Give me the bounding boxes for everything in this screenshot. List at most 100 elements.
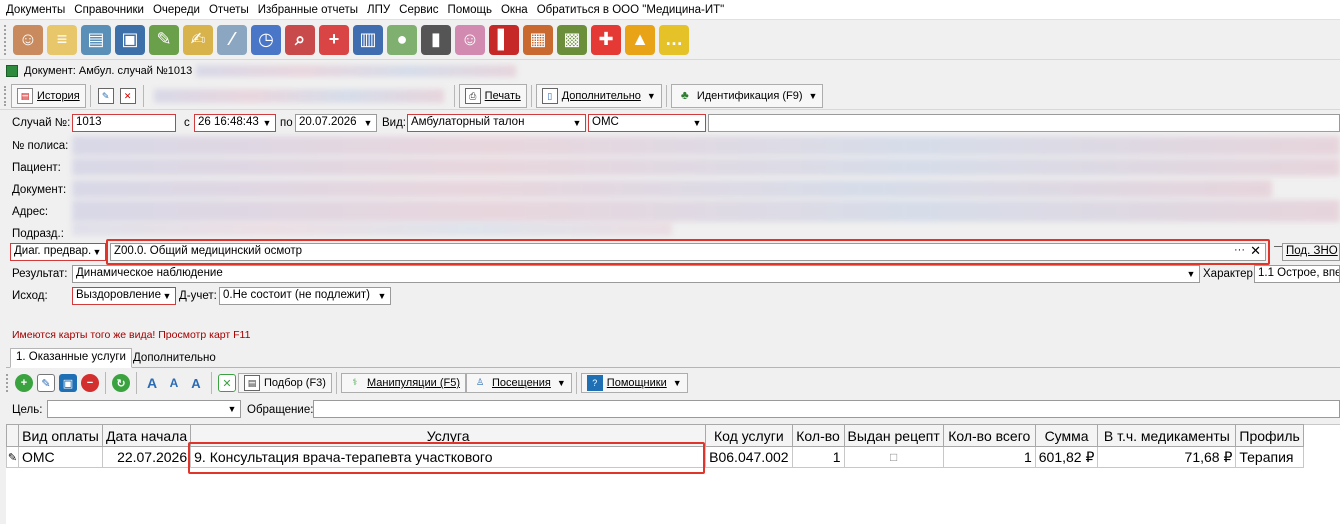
col-quantity[interactable]: Кол-во xyxy=(791,424,845,447)
menu-item-3[interactable]: Отчеты xyxy=(209,4,249,16)
pills-icon[interactable]: ● xyxy=(387,24,417,55)
lock-icon[interactable]: ▲ xyxy=(625,24,655,55)
font-decrease-icon[interactable]: A xyxy=(165,374,183,392)
barcode-scanner-icon[interactable]: ▮ xyxy=(421,24,451,55)
cell-medicines[interactable]: 71,68 ₽ xyxy=(1097,446,1237,468)
doctor-icon[interactable]: ☺ xyxy=(13,24,43,55)
col-payment-type[interactable]: Вид оплаты xyxy=(18,424,103,447)
chevron-down-icon[interactable]: ▼ xyxy=(375,288,389,304)
tab-services[interactable]: 1. Оказанные услуги xyxy=(10,348,132,368)
tab-additional[interactable]: Дополнительно xyxy=(128,350,221,368)
menu-item-1[interactable]: Справочники xyxy=(74,4,144,16)
chevron-down-icon[interactable]: ▼ xyxy=(160,288,174,304)
case-number-field[interactable]: 1013 xyxy=(72,114,176,132)
edit-doc-button[interactable]: ✎ xyxy=(95,84,117,108)
result-select[interactable]: Динамическое наблюдение ▼ xyxy=(72,265,1200,283)
col-service-code[interactable]: Код услуги xyxy=(705,424,793,447)
syringe-icon[interactable]: ⁄ xyxy=(217,24,247,55)
cabinet-icon[interactable]: ▤ xyxy=(81,24,111,55)
col-quantity-total[interactable]: Кол-во всего xyxy=(942,424,1036,447)
col-profile[interactable]: Профиль xyxy=(1235,424,1304,447)
menu-item-2[interactable]: Очереди xyxy=(153,4,200,16)
menu-item-9[interactable]: Обратиться в ООО "Медицина-ИТ" xyxy=(537,4,725,16)
font-reset-icon[interactable]: A xyxy=(187,374,205,392)
chevron-down-icon[interactable]: ▼ xyxy=(260,115,274,131)
calculator-icon[interactable]: ▩ xyxy=(557,24,587,55)
cell-quantity-total[interactable]: 1 xyxy=(942,446,1036,468)
menu-item-6[interactable]: Сервис xyxy=(399,4,438,16)
selection-button[interactable]: ▤ Подбор (F3) xyxy=(238,373,332,393)
date-to-field[interactable]: 20.07.2026 ▼ xyxy=(295,114,377,132)
nurse-icon[interactable]: ☺ xyxy=(455,24,485,55)
chat-icon[interactable]: … xyxy=(659,24,689,55)
book-pencil-icon[interactable]: ✎ xyxy=(149,24,179,55)
calendar-icon[interactable]: ▦ xyxy=(523,24,553,55)
cell-service-code[interactable]: В06.047.002 xyxy=(705,446,793,468)
history-button[interactable]: ▤ История xyxy=(11,83,86,108)
toolbar-grip[interactable] xyxy=(4,24,7,55)
menu-item-5[interactable]: ЛПУ xyxy=(367,4,390,16)
schedule-icon[interactable]: ◷ xyxy=(251,24,281,55)
add-icon[interactable]: + xyxy=(15,374,33,392)
chevron-down-icon[interactable]: ▼ xyxy=(690,115,704,131)
toolbar-grip[interactable] xyxy=(6,374,9,392)
duplicate-cards-warning[interactable]: Имеются карты того же вида! Просмотр кар… xyxy=(12,329,250,341)
menu-item-0[interactable]: Документы xyxy=(6,4,65,16)
close-icon[interactable]: ✕ xyxy=(1250,244,1261,259)
chevron-down-icon[interactable]: ▼ xyxy=(1184,266,1198,282)
outcome-select[interactable]: Выздоровление ▼ xyxy=(72,287,176,305)
date-from-field[interactable]: 26 16:48:43 ▼ xyxy=(194,114,276,132)
case-number-label: Случай №: xyxy=(12,117,71,129)
menu-item-8[interactable]: Окна xyxy=(501,4,528,16)
notepad-icon[interactable]: ≡ xyxy=(47,24,77,55)
delete-doc-button[interactable]: ✕ xyxy=(117,84,139,108)
cell-start-date[interactable]: 22.07.2026 xyxy=(101,446,192,468)
manipulations-button[interactable]: ⚕ Манипуляции (F5) xyxy=(340,373,466,393)
visits-button[interactable]: ♙ Посещения ▼ xyxy=(466,373,572,393)
books-icon[interactable]: ▥ xyxy=(353,24,383,55)
chevron-down-icon[interactable]: ▼ xyxy=(90,244,104,260)
col-medicines[interactable]: В т.ч. медикаменты xyxy=(1097,424,1237,447)
diagnosis-type-select[interactable]: Диаг. предвар. ▼ xyxy=(10,243,106,261)
col-recipe-issued[interactable]: Выдан рецепт xyxy=(843,424,944,447)
cell-quantity[interactable]: 1 xyxy=(791,446,845,468)
zno-checkbox-button[interactable]: Под. ЗНО xyxy=(1282,243,1340,261)
col-start-date[interactable]: Дата начала xyxy=(101,424,192,447)
refresh-icon[interactable]: ↻ xyxy=(112,374,130,392)
chevron-down-icon[interactable]: ▼ xyxy=(570,115,584,131)
appeal-field[interactable] xyxy=(313,400,1340,418)
payment-type-select[interactable]: ОМС ▼ xyxy=(588,114,706,132)
helpers-button[interactable]: ? Помощники ▼ xyxy=(580,373,688,393)
cell-sum[interactable]: 601,82 ₽ xyxy=(1034,446,1099,468)
cell-profile[interactable]: Терапия xyxy=(1235,446,1304,468)
excel-export-icon[interactable]: ✕ xyxy=(218,374,236,392)
edit-record-icon[interactable]: ✎ xyxy=(37,374,55,392)
chevron-down-icon[interactable]: ▼ xyxy=(225,401,239,417)
save-icon[interactable]: ▣ xyxy=(59,374,77,392)
cell-payment-type[interactable]: ОМС xyxy=(18,446,103,468)
delete-icon[interactable]: − xyxy=(81,374,99,392)
search-doc-icon[interactable]: ⌕ xyxy=(285,24,315,55)
lifebuoy-icon[interactable]: ✚ xyxy=(591,24,621,55)
kind-select[interactable]: Амбулаторный талон ▼ xyxy=(407,114,586,132)
character-select[interactable]: 1.1 Острое, впе xyxy=(1254,265,1340,283)
identification-button[interactable]: ♣ Идентификация (F9) ▼ xyxy=(670,83,824,108)
recipe-checkbox[interactable]: □ xyxy=(843,446,944,468)
additional-button[interactable]: ▯ Дополнительно ▼ xyxy=(535,83,662,108)
col-sum[interactable]: Сумма xyxy=(1034,424,1099,447)
d-account-select[interactable]: 0.Не состоит (не подлежит) ▼ xyxy=(219,287,391,305)
card-icon[interactable]: ▣ xyxy=(115,24,145,55)
menu-item-4[interactable]: Избранные отчеты xyxy=(258,4,358,16)
print-button[interactable]: ⎙ Печать xyxy=(458,83,527,108)
menu-item-7[interactable]: Помощь xyxy=(448,4,492,16)
red-book-icon[interactable]: ▌ xyxy=(489,24,519,55)
font-increase-icon[interactable]: A xyxy=(143,374,161,392)
more-options-icon[interactable]: ··· xyxy=(1234,244,1245,256)
chevron-down-icon[interactable]: ▼ xyxy=(361,115,375,131)
edit-icon[interactable]: ✍ xyxy=(183,24,213,55)
extra-field[interactable] xyxy=(708,114,1340,132)
toolbar-grip[interactable] xyxy=(4,85,7,106)
first-aid-icon[interactable]: + xyxy=(319,24,349,55)
diagnosis-field[interactable]: Z00.0. Общий медицинский осмотр ··· ✕ xyxy=(110,243,1266,261)
goal-select[interactable]: ▼ xyxy=(47,400,241,418)
